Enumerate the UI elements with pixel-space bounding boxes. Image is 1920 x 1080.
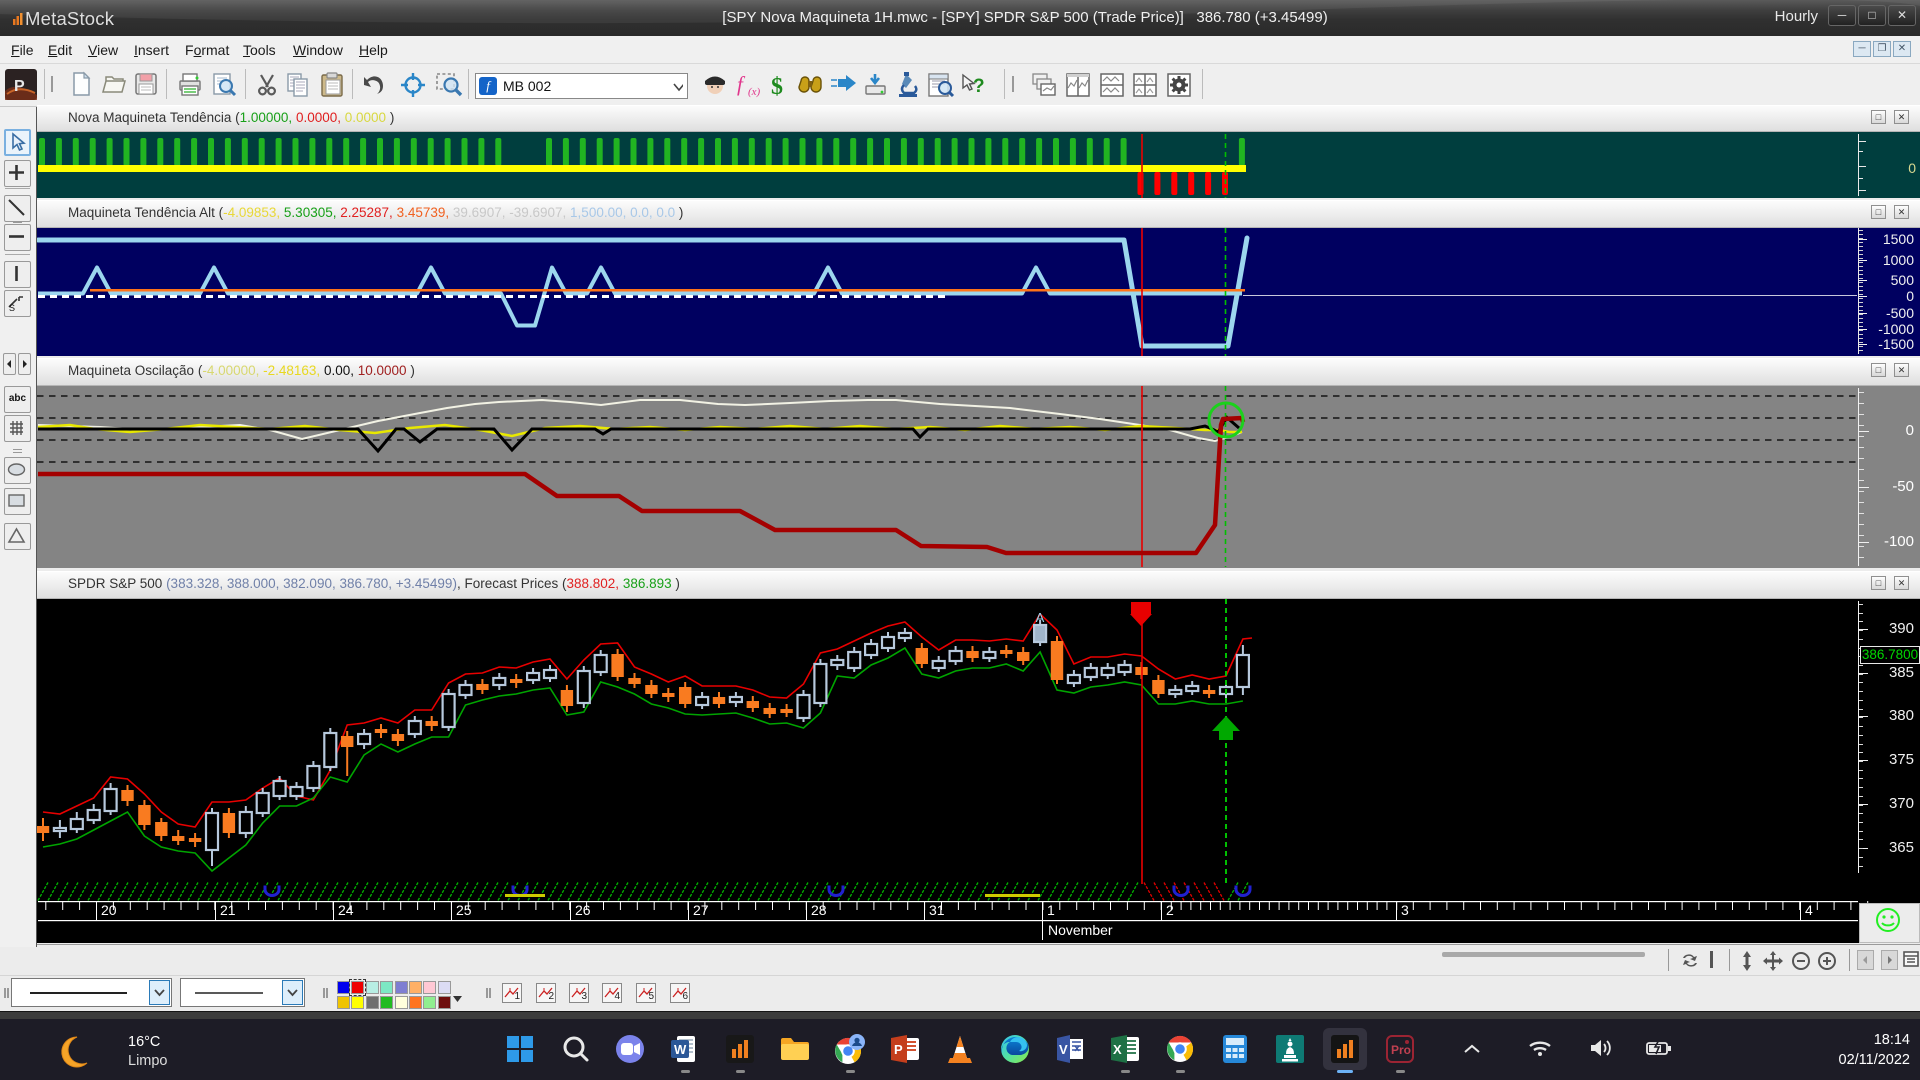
svg-text:31: 31	[929, 902, 945, 918]
svg-text:21: 21	[220, 902, 236, 918]
svg-text:P: P	[894, 1042, 903, 1057]
svg-text:f: f	[737, 72, 746, 96]
svg-text:V: V	[1059, 1042, 1068, 1057]
svg-text:20: 20	[101, 902, 117, 918]
svg-text:P: P	[14, 78, 25, 95]
svg-text:25: 25	[456, 902, 472, 918]
svg-text:28: 28	[811, 902, 827, 918]
svg-text:Pro: Pro	[1391, 1043, 1411, 1057]
svg-text:(x): (x)	[748, 86, 761, 98]
svg-text:X: X	[1113, 1042, 1122, 1057]
svg-text:A: A	[1036, 610, 1045, 625]
svg-text:S: S	[9, 303, 15, 313]
svg-text:1: 1	[1047, 902, 1055, 918]
svg-text:24: 24	[338, 902, 354, 918]
svg-text:26: 26	[575, 902, 591, 918]
svg-text:4: 4	[1805, 902, 1813, 918]
svg-text:W: W	[674, 1042, 687, 1057]
svg-text:?: ?	[973, 76, 985, 97]
svg-text:2: 2	[1166, 902, 1174, 918]
svg-text:November: November	[1048, 922, 1113, 938]
svg-text:$: $	[771, 74, 783, 99]
svg-text:3: 3	[1401, 902, 1409, 918]
svg-text:27: 27	[693, 902, 709, 918]
